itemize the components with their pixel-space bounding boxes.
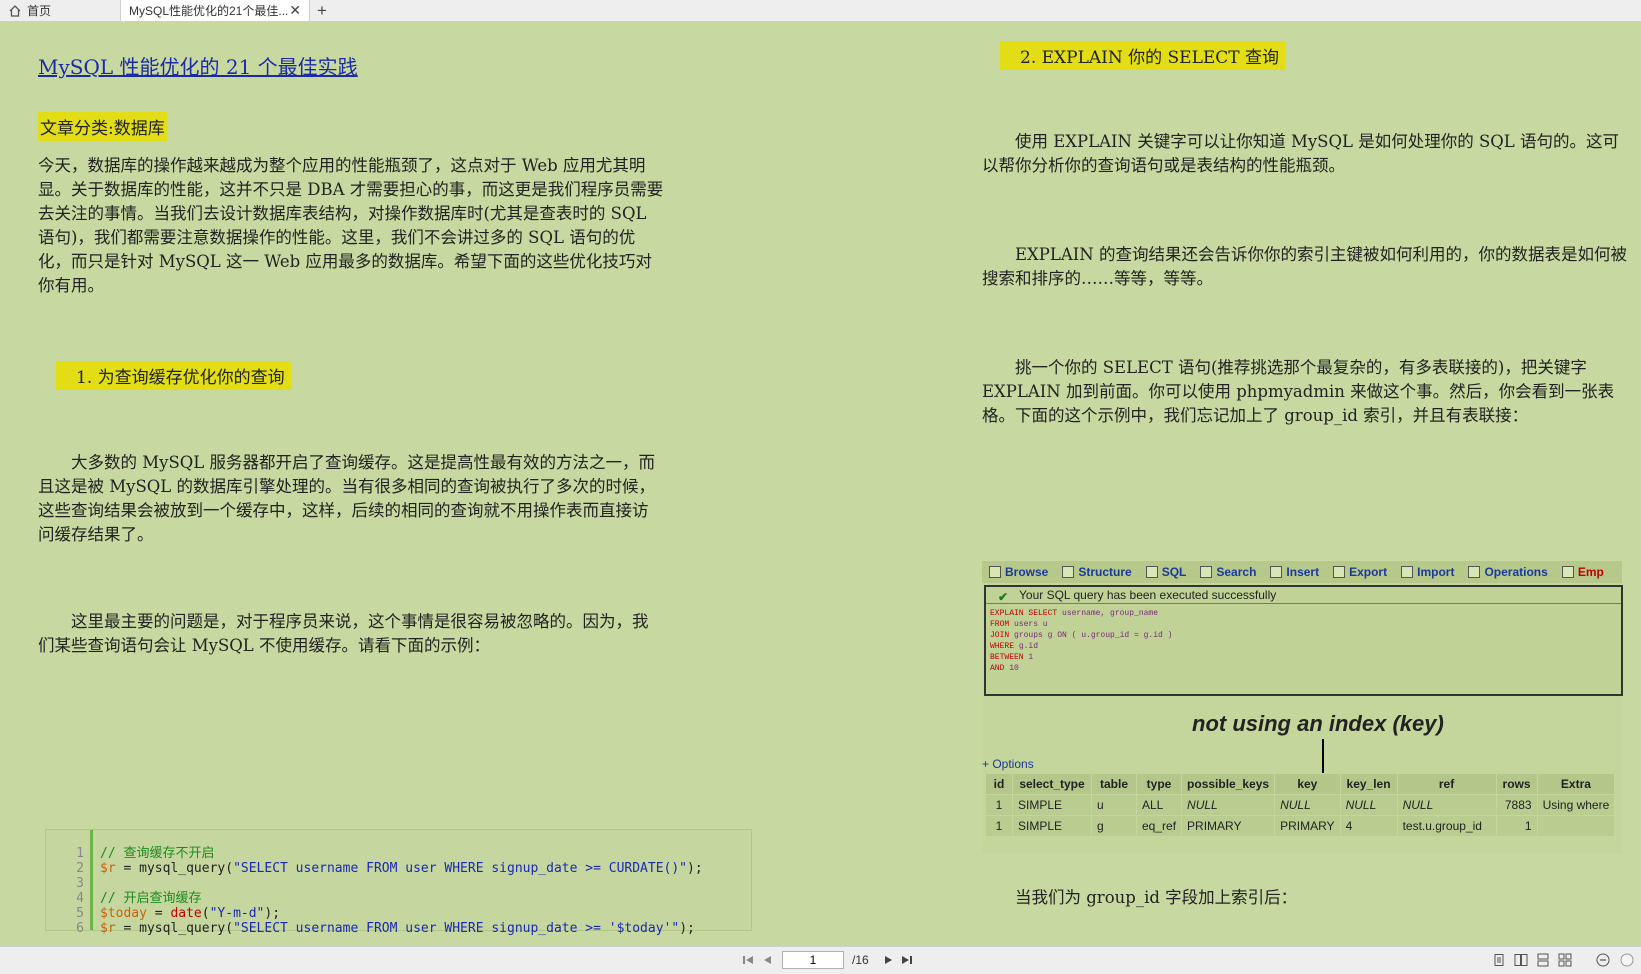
last-page-icon[interactable] — [900, 953, 914, 967]
single-page-view-icon[interactable] — [1492, 953, 1506, 967]
pma-tab-empty: Emp — [1555, 561, 1611, 583]
code-block[interactable]: 1// 查询缓存不开启 2 $r = mysql_query("SELECT us… — [45, 829, 752, 936]
intro-paragraph: 今天，数据库的操作越来越成为整个应用的性能瓶颈了，这点对于 Web 应用尤其明显… — [38, 156, 664, 295]
browse-icon — [989, 566, 1001, 578]
pma-success-message: ✔ Your SQL query has been executed succe… — [986, 587, 1621, 604]
page-number-input[interactable] — [782, 951, 844, 969]
sql-icon — [1145, 566, 1158, 578]
export-icon — [1333, 566, 1346, 578]
explain-result-table: id select_type table type possible_keys … — [985, 773, 1616, 837]
pma-options-link: + Options — [982, 757, 1034, 771]
search-icon — [1200, 566, 1213, 578]
close-icon[interactable]: ✕ — [289, 2, 301, 19]
pma-tab-strip: Browse Structure SQL Search Insert Expor… — [982, 561, 1622, 583]
tab-home[interactable]: 首页 — [0, 0, 120, 21]
document-viewport[interactable]: MySQL 性能优化的 21 个最佳实践 文章分类:数据库 今天，数据库的操作越… — [0, 21, 1641, 946]
table-row: 1 SIMPLE g eq_ref PRIMARY PRIMARY 4 test… — [985, 815, 1616, 837]
pma-annotation-caption: not using an index (key) — [1192, 711, 1444, 736]
empty-icon — [1561, 566, 1574, 578]
section-heading-1: 1. 为查询缓存优化你的查询 — [56, 361, 291, 390]
pma-tab-operations: Operations — [1461, 561, 1554, 583]
page-total: /16 — [852, 953, 869, 967]
operations-icon — [1468, 566, 1481, 578]
section-heading-2: 2. EXPLAIN 你的 SELECT 查询 — [1000, 41, 1286, 70]
pma-sql-text: EXPLAIN SELECT username, group_name FROM … — [990, 609, 1173, 673]
pma-tab-structure: Structure — [1055, 561, 1138, 583]
code-line: 2 $r = mysql_query("SELECT username FROM … — [76, 861, 703, 876]
first-page-icon[interactable] — [741, 953, 755, 967]
pma-tab-insert: Insert — [1263, 561, 1326, 583]
zoom-slider-knob[interactable] — [1620, 953, 1634, 967]
tab-home-label: 首页 — [27, 4, 52, 18]
pma-tab-browse: Browse — [982, 561, 1055, 583]
paragraph-explain-howto: 挑一个你的 SELECT 语句(推荐挑选那个最复杂的，有多表联接的)，把关键字 … — [982, 358, 1615, 425]
paragraph-query-cache: 大多数的 MySQL 服务器都开启了查询缓存。这是提高性最有效的方法之一，而且这… — [38, 453, 655, 544]
structure-icon — [1062, 566, 1075, 578]
table-row: 1 SIMPLE u ALL NULL NULL NULL NULL 7883 … — [985, 794, 1616, 816]
two-page-continuous-view-icon[interactable] — [1558, 953, 1572, 967]
article-category: 文章分类:数据库 — [38, 112, 167, 141]
code-line: 1// 查询缓存不开启 — [76, 846, 215, 861]
page-title[interactable]: MySQL 性能优化的 21 个最佳实践 — [38, 51, 358, 80]
import-icon — [1401, 566, 1414, 578]
pma-tab-export: Export — [1326, 561, 1394, 583]
pma-tab-import: Import — [1394, 561, 1461, 583]
new-tab-button[interactable]: + — [310, 0, 334, 21]
tab-document-label: MySQL性能优化的21个最佳... — [129, 4, 289, 18]
paragraph-explain-results: EXPLAIN 的查询结果还会告诉你你的索引主键被如何利用的，你的数据表是如何被… — [982, 245, 1627, 288]
code-line: 6 $r = mysql_query("SELECT username FROM … — [76, 921, 695, 936]
check-icon: ✔ — [998, 590, 1009, 604]
table-header-row: id select_type table type possible_keys … — [985, 773, 1616, 795]
phpmyadmin-screenshot: Browse Structure SQL Search Insert Expor… — [982, 561, 1623, 853]
pma-tab-sql: SQL — [1139, 561, 1194, 583]
code-line: 4// 开启查询缓存 — [76, 891, 202, 906]
code-line: 3 — [76, 876, 84, 891]
home-icon — [9, 4, 21, 17]
pma-tab-search: Search — [1193, 561, 1263, 583]
bottom-toolbar: /16 — [0, 946, 1641, 974]
pma-result-box: ✔ Your SQL query has been executed succe… — [984, 585, 1623, 696]
paragraph-after-index: 当我们为 group_id 字段加上索引后： — [1015, 888, 1298, 907]
paragraph-explain-intro: 使用 EXPLAIN 关键字可以让你知道 MySQL 是如何处理你的 SQL 语… — [982, 132, 1619, 175]
next-page-icon[interactable] — [882, 953, 896, 967]
paragraph-cache-issue: 这里最主要的问题是，对于程序员来说，这个事情是很容易被忽略的。因为，我们某些查询… — [38, 612, 649, 655]
tab-bar: 首页 MySQL性能优化的21个最佳... ✕ + — [0, 0, 1641, 22]
zoom-out-icon[interactable] — [1596, 953, 1610, 967]
code-line: 5 $today = date("Y-m-d"); — [76, 906, 281, 921]
continuous-view-icon[interactable] — [1536, 953, 1550, 967]
two-page-view-icon[interactable] — [1514, 953, 1528, 967]
tab-document[interactable]: MySQL性能优化的21个最佳... ✕ — [120, 0, 310, 21]
insert-icon — [1270, 566, 1283, 578]
previous-page-icon[interactable] — [760, 953, 774, 967]
